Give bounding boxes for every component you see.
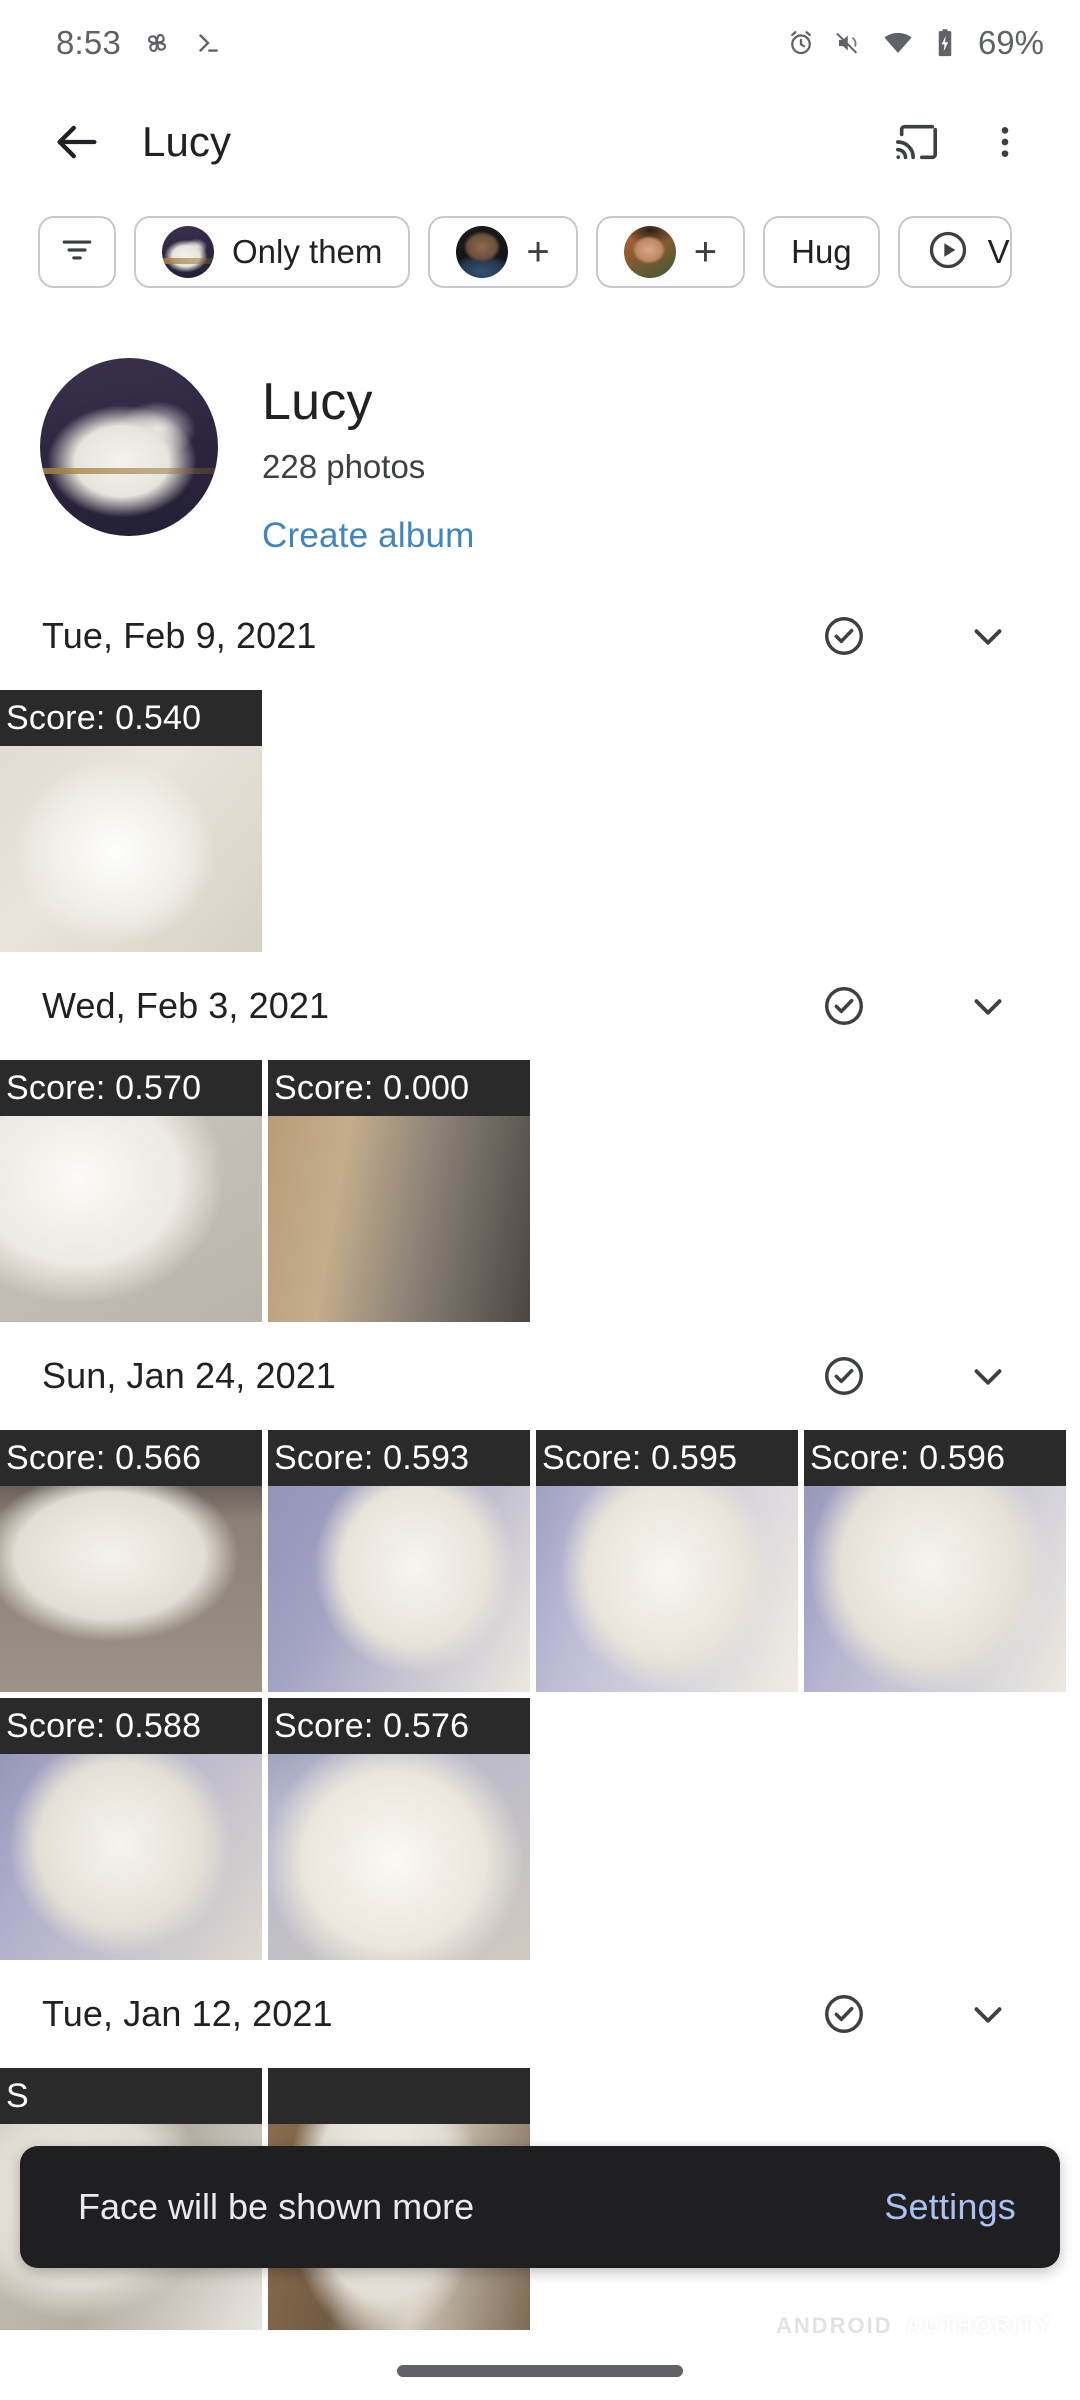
date-actions bbox=[816, 608, 1016, 664]
battery-percent: 69% bbox=[977, 24, 1044, 61]
snackbar-message: Face will be shown more bbox=[78, 2186, 475, 2227]
chip-label: Only them bbox=[232, 233, 383, 270]
volume-muted-icon bbox=[834, 28, 864, 58]
status-bar: 8:53 69% bbox=[0, 0, 1080, 86]
photo-grid: Score: 0.540 bbox=[0, 690, 1080, 952]
date-actions bbox=[816, 1986, 1016, 2042]
check-circle-icon[interactable] bbox=[816, 1348, 872, 1404]
score-overlay: Score: 0.588 bbox=[0, 1698, 262, 1754]
gesture-nav-bar bbox=[0, 2342, 1080, 2400]
status-time: 8:53 bbox=[56, 24, 122, 61]
chevron-down-icon[interactable] bbox=[960, 978, 1016, 1034]
chevron-down-icon[interactable] bbox=[960, 608, 1016, 664]
photo-grid: Score: 0.570 Score: 0.000 bbox=[0, 1060, 1080, 1322]
photo-tile[interactable]: Score: 0.588 bbox=[0, 1698, 262, 1960]
gesture-handle[interactable] bbox=[397, 2365, 683, 2377]
play-circle-icon bbox=[926, 228, 970, 277]
chip-person-1[interactable]: + bbox=[428, 216, 578, 288]
date-section: Tue, Jan 12, 2021 S bbox=[0, 1960, 1080, 2330]
check-circle-icon[interactable] bbox=[816, 1986, 872, 2042]
date-header: Tue, Jan 12, 2021 bbox=[0, 1960, 1080, 2068]
photo-tile[interactable]: Score: 0.576 bbox=[268, 1698, 530, 1960]
watermark-part-two: AUTHORITY bbox=[905, 2313, 1052, 2338]
score-overlay: Score: 0.570 bbox=[0, 1060, 262, 1116]
filter-chip-row[interactable]: Only them + + Hug V bbox=[0, 198, 1080, 308]
date-header: Tue, Feb 9, 2021 bbox=[0, 582, 1080, 690]
profile-text: Lucy 228 photos Create album bbox=[262, 358, 475, 556]
date-section: Sun, Jan 24, 2021 Score: 0.566 Score: 0.… bbox=[0, 1322, 1080, 1960]
photo-tile[interactable]: Score: 0.593 bbox=[268, 1430, 530, 1692]
check-circle-icon[interactable] bbox=[816, 978, 872, 1034]
status-bar-left: 8:53 bbox=[56, 24, 223, 62]
photo-tile[interactable]: Score: 0.596 bbox=[804, 1430, 1066, 1692]
chip-filter[interactable] bbox=[38, 216, 116, 288]
snackbar-settings-button[interactable]: Settings bbox=[884, 2186, 1016, 2228]
score-overlay: S bbox=[0, 2068, 262, 2124]
app-bar: Lucy bbox=[0, 86, 1080, 198]
chip-person-2[interactable]: + bbox=[595, 216, 746, 288]
score-overlay: Score: 0.000 bbox=[268, 1060, 530, 1116]
battery-charging-icon bbox=[932, 28, 958, 58]
photo-tile[interactable]: Score: 0.570 bbox=[0, 1060, 262, 1322]
date-label: Tue, Jan 12, 2021 bbox=[42, 1993, 333, 2034]
profile-header: Lucy 228 photos Create album bbox=[0, 308, 1080, 582]
date-section: Tue, Feb 9, 2021 Score: 0.540 bbox=[0, 582, 1080, 952]
score-overlay: Score: 0.576 bbox=[268, 1698, 530, 1754]
photo-timeline: Tue, Feb 9, 2021 Score: 0.540 Wed, Feb 3… bbox=[0, 582, 1080, 2330]
avatar[interactable] bbox=[40, 358, 218, 536]
score-overlay: Score: 0.540 bbox=[0, 690, 262, 746]
date-section: Wed, Feb 3, 2021 Score: 0.570 Score: 0.0… bbox=[0, 952, 1080, 1322]
chip-label: V bbox=[987, 233, 1010, 270]
chip-hug[interactable]: Hug bbox=[763, 216, 880, 288]
date-header: Sun, Jan 24, 2021 bbox=[0, 1322, 1080, 1430]
terminal-icon bbox=[193, 28, 223, 58]
back-arrow-icon[interactable] bbox=[44, 109, 110, 175]
photo-grid: Score: 0.566 Score: 0.593 Score: 0.595 S… bbox=[0, 1430, 1080, 1960]
create-album-link[interactable]: Create album bbox=[262, 516, 475, 556]
watermark-part-one: ANDROID bbox=[769, 2310, 900, 2342]
date-label: Tue, Feb 9, 2021 bbox=[42, 615, 317, 656]
score-overlay: Score: 0.595 bbox=[536, 1430, 798, 1486]
check-circle-icon[interactable] bbox=[816, 608, 872, 664]
photo-tile[interactable]: Score: 0.000 bbox=[268, 1060, 530, 1322]
chip-videos[interactable]: V bbox=[897, 216, 1012, 288]
page-title: Lucy bbox=[142, 118, 232, 165]
date-header: Wed, Feb 3, 2021 bbox=[0, 952, 1080, 1060]
chip-only-them[interactable]: Only them bbox=[134, 216, 411, 288]
chip-plus-label: + bbox=[693, 230, 718, 274]
watermark: ANDROID AUTHORITY bbox=[769, 2310, 1052, 2342]
score-overlay: Score: 0.566 bbox=[0, 1430, 262, 1486]
filter-icon bbox=[58, 231, 96, 274]
chip-plus-label: + bbox=[526, 230, 550, 274]
photo-tile[interactable]: Score: 0.566 bbox=[0, 1430, 262, 1692]
profile-name[interactable]: Lucy bbox=[262, 372, 475, 432]
chevron-down-icon[interactable] bbox=[960, 1986, 1016, 2042]
avatar bbox=[623, 226, 676, 278]
chip-label: Hug bbox=[791, 233, 852, 270]
more-vert-icon[interactable] bbox=[970, 107, 1040, 177]
chevron-down-icon[interactable] bbox=[960, 1348, 1016, 1404]
avatar bbox=[162, 226, 214, 278]
photos-pinwheel-icon bbox=[141, 27, 173, 59]
score-overlay bbox=[268, 2068, 530, 2124]
date-label: Wed, Feb 3, 2021 bbox=[42, 985, 330, 1026]
status-bar-right: 69% bbox=[786, 24, 1044, 62]
phone-screen: 8:53 69% Lucy Only them + + Hug V Lucy 2… bbox=[0, 0, 1080, 2400]
profile-photo-count: 228 photos bbox=[262, 448, 426, 485]
cast-icon[interactable] bbox=[882, 107, 952, 177]
date-label: Sun, Jan 24, 2021 bbox=[42, 1355, 336, 1396]
score-overlay: Score: 0.596 bbox=[804, 1430, 1066, 1486]
alarm-icon bbox=[786, 28, 816, 58]
date-actions bbox=[816, 978, 1016, 1034]
score-overlay: Score: 0.593 bbox=[268, 1430, 530, 1486]
photo-tile[interactable]: Score: 0.595 bbox=[536, 1430, 798, 1692]
avatar bbox=[456, 226, 509, 278]
date-actions bbox=[816, 1348, 1016, 1404]
photo-tile[interactable]: Score: 0.540 bbox=[0, 690, 262, 952]
snackbar: Face will be shown more Settings bbox=[20, 2146, 1060, 2268]
wifi-icon bbox=[882, 27, 914, 59]
